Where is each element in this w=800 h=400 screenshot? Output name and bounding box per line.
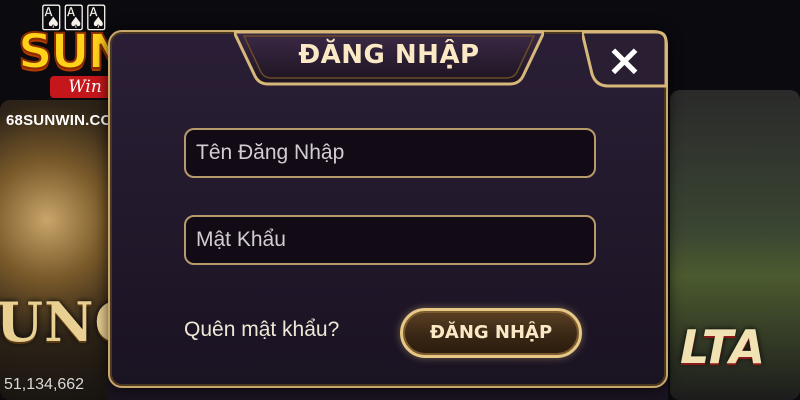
close-icon: × xyxy=(606,35,643,86)
dialog-title: ĐĂNG NHẬP xyxy=(298,40,480,70)
background-game-title-right: LTA xyxy=(680,320,766,374)
login-button[interactable]: ĐĂNG NHẬP xyxy=(400,308,582,358)
username-input[interactable] xyxy=(184,128,596,178)
background-game-tile-right[interactable]: LTA xyxy=(670,90,800,400)
password-input[interactable] xyxy=(184,215,596,265)
background-game-tile-left[interactable]: UNCA 51,134,662 xyxy=(0,100,118,400)
player-count: 51,134,662 xyxy=(4,376,85,393)
background-game-title-left: UNCA xyxy=(0,290,118,354)
login-dialog: ĐĂNG NHẬP × Quên mật khẩu? ĐĂNG NHẬP xyxy=(108,30,668,388)
close-button[interactable]: × xyxy=(582,30,668,88)
forgot-password-link[interactable]: Quên mật khẩu? xyxy=(184,318,339,342)
dialog-title-plate: ĐĂNG NHẬP xyxy=(234,30,544,88)
